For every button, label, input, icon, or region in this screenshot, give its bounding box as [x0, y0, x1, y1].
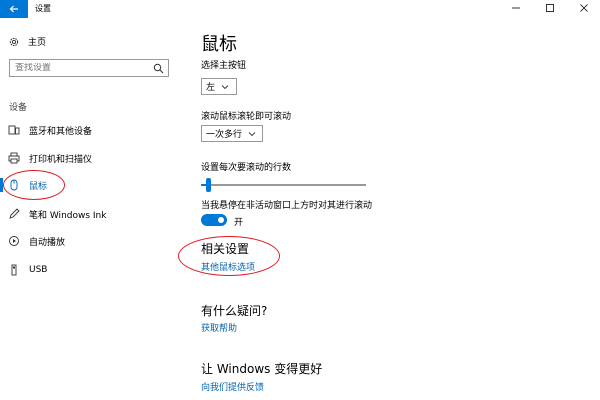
annotation-circle-related: [178, 236, 280, 276]
scroll-label: 滚动鼠标滚轮即可滚动: [201, 112, 292, 122]
scroll-mode-value: 一次多行: [206, 130, 243, 140]
scroll-mode-select[interactable]: 一次多行: [201, 125, 263, 142]
sidebar-item-pen[interactable]: 笔和 Windows Ink: [0, 203, 180, 225]
primary-button-value: 左: [206, 83, 216, 93]
pen-icon: [8, 208, 20, 220]
sidebar-item-label: USB: [29, 265, 48, 275]
sidebar-item-label: 打印机和扫描仪: [29, 154, 93, 165]
sidebar-item-label: 蓝牙和其他设备: [29, 126, 93, 137]
chevron-down-icon: [248, 131, 256, 136]
slider-track: [201, 184, 366, 186]
slider-thumb[interactable]: [206, 178, 211, 192]
back-button[interactable]: [0, 0, 28, 18]
annotation-circle-mouse: [3, 170, 65, 200]
autoplay-icon: [8, 235, 20, 247]
printer-icon: [8, 152, 20, 164]
lines-label: 设置每次要滚动的行数: [201, 163, 292, 173]
home-label: 主页: [28, 38, 47, 48]
help-heading: 有什么疑问?: [201, 304, 268, 318]
lines-slider[interactable]: [201, 178, 366, 192]
inactive-scroll-label: 当我悬停在非活动窗口上方时对其进行滚动: [201, 201, 373, 211]
close-button[interactable]: [574, 1, 594, 15]
primary-button-label: 选择主按钮: [201, 61, 247, 71]
toggle-knob: [218, 217, 224, 223]
minimize-button[interactable]: [506, 1, 526, 15]
bluetooth-devices-icon: [8, 124, 20, 136]
search-icon[interactable]: [151, 61, 165, 75]
back-arrow-icon: [9, 5, 18, 13]
minimize-icon: [512, 7, 520, 9]
sidebar: 主页 设备 蓝牙和其他设备 打印机和扫描仪: [0, 18, 180, 400]
window-controls: [506, 1, 594, 15]
home-nav-item[interactable]: 主页: [8, 35, 46, 48]
usb-icon: [8, 264, 20, 276]
sidebar-item-label: 自动播放: [29, 237, 66, 248]
maximize-button[interactable]: [540, 1, 560, 15]
gear-icon: [8, 36, 20, 48]
main-content: 鼠标 选择主按钮 左 滚动鼠标滚轮即可滚动 一次多行 设置每次要滚动的行数 当我…: [178, 18, 600, 400]
improve-windows-heading: 让 Windows 变得更好: [201, 362, 323, 376]
primary-button-select[interactable]: 左: [201, 78, 237, 95]
sidebar-item-label: 笔和 Windows Ink: [29, 210, 107, 221]
title-bar: 设置: [0, 0, 600, 18]
window-title: 设置: [35, 4, 51, 13]
inactive-scroll-state: 开: [234, 218, 244, 228]
get-help-link[interactable]: 获取帮助: [201, 321, 237, 334]
devices-section-label: 设备: [9, 103, 28, 113]
sidebar-item-printers[interactable]: 打印机和扫描仪: [0, 147, 180, 169]
search-input[interactable]: [10, 63, 151, 73]
search-box[interactable]: [9, 59, 169, 77]
feedback-link[interactable]: 向我们提供反馈: [201, 380, 264, 393]
maximize-icon: [546, 4, 554, 12]
sidebar-item-usb[interactable]: USB: [0, 259, 180, 281]
close-icon: [580, 4, 588, 12]
sidebar-item-bluetooth[interactable]: 蓝牙和其他设备: [0, 119, 180, 141]
chevron-down-icon: [221, 84, 229, 89]
sidebar-item-autoplay[interactable]: 自动播放: [0, 230, 180, 252]
page-title: 鼠标: [201, 34, 237, 55]
inactive-scroll-toggle[interactable]: [201, 214, 227, 226]
